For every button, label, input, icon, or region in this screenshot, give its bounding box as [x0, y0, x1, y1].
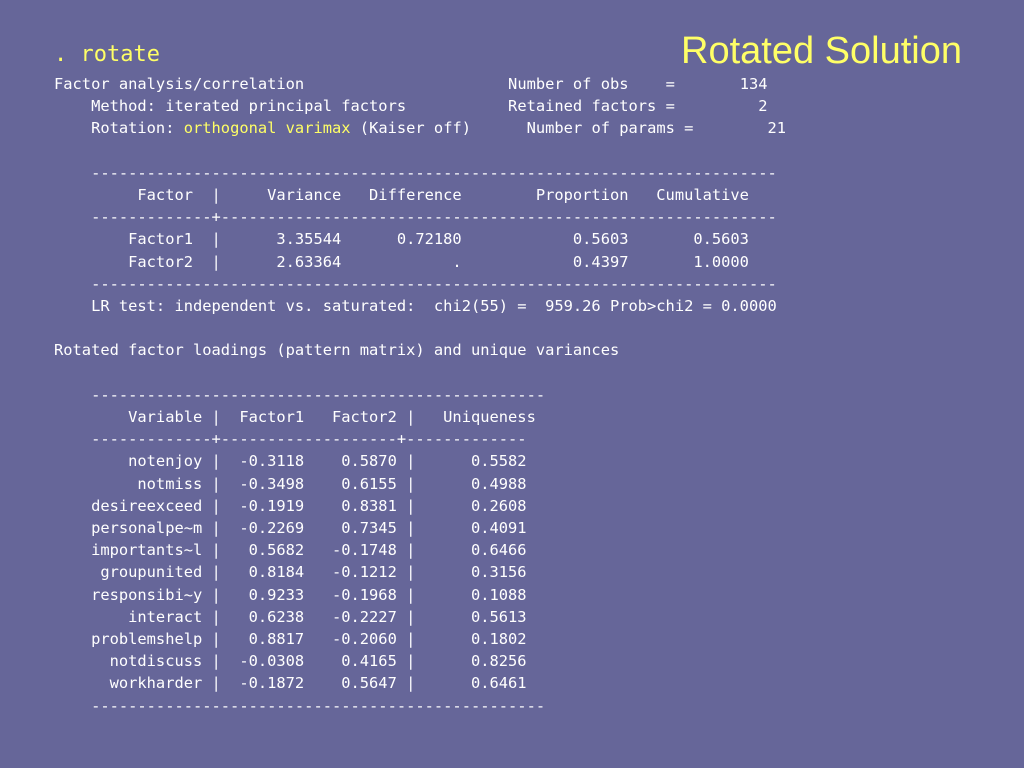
stat-nobs: Number of obs = 134	[508, 75, 768, 93]
variance-row: Factor1 | 3.35544 0.72180 0.5603 0.5603	[54, 230, 749, 249]
loadings-row: personalpe~m | -0.2269 0.7345 | 0.4091	[54, 519, 527, 538]
loadings-row: desireexceed | -0.1919 0.8381 | 0.2608	[54, 496, 527, 515]
variance-rule-bottom: ----------------------------------------…	[54, 274, 777, 293]
method-line: Method: iterated principal factors	[54, 97, 407, 116]
loadings-row: interact | 0.6238 -0.2227 | 0.5613	[54, 607, 527, 626]
loadings-rule-bottom: ----------------------------------------…	[54, 696, 546, 715]
lr-test-line: LR test: independent vs. saturated: chi2…	[54, 297, 777, 316]
stata-command: . rotate	[54, 42, 160, 67]
loadings-row: responsibi~y | 0.9233 -0.1968 | 0.1088	[54, 585, 527, 604]
rotation-prefix: Rotation:	[54, 119, 184, 138]
variance-divider: -------------+--------------------------…	[54, 208, 777, 227]
loadings-row: workharder | -0.1872 0.5647 | 0.6461	[54, 674, 527, 693]
stata-output: Factor analysis/correlation Number of ob…	[54, 73, 786, 717]
variance-header: Factor | Variance Difference Proportion …	[54, 186, 749, 205]
loadings-caption: Rotated factor loadings (pattern matrix)…	[54, 341, 620, 360]
rotation-method: orthogonal varimax	[183, 119, 351, 138]
loadings-row: groupunited | 0.8184 -0.1212 | 0.3156	[54, 563, 527, 582]
slide-title: Rotated Solution	[681, 30, 962, 72]
loadings-divider: -------------+-------------------+------…	[54, 430, 527, 449]
loadings-rule-top: ----------------------------------------…	[54, 385, 546, 404]
stat-retained-factors: Retained factors = 2	[508, 97, 768, 116]
loadings-row: importants~l | 0.5682 -0.1748 | 0.6466	[54, 541, 527, 560]
loadings-row: notmiss | -0.3498 0.6155 | 0.4988	[54, 474, 527, 493]
variance-row: Factor2 | 2.63364 . 0.4397 1.0000	[54, 252, 749, 271]
variance-rule-top: ----------------------------------------…	[54, 163, 777, 182]
loadings-row: notdiscuss | -0.0308 0.4165 | 0.8256	[54, 652, 527, 671]
loadings-header: Variable | Factor1 Factor2 | Uniqueness	[54, 408, 536, 427]
loadings-row: notenjoy | -0.3118 0.5870 | 0.5582	[54, 452, 527, 471]
loadings-row: problemshelp | 0.8817 -0.2060 | 0.1802	[54, 630, 527, 649]
stat-params: Number of params = 21	[526, 119, 787, 138]
rotation-suffix: (Kaiser off)	[350, 119, 471, 138]
analysis-line: Factor analysis/correlation	[54, 75, 305, 93]
